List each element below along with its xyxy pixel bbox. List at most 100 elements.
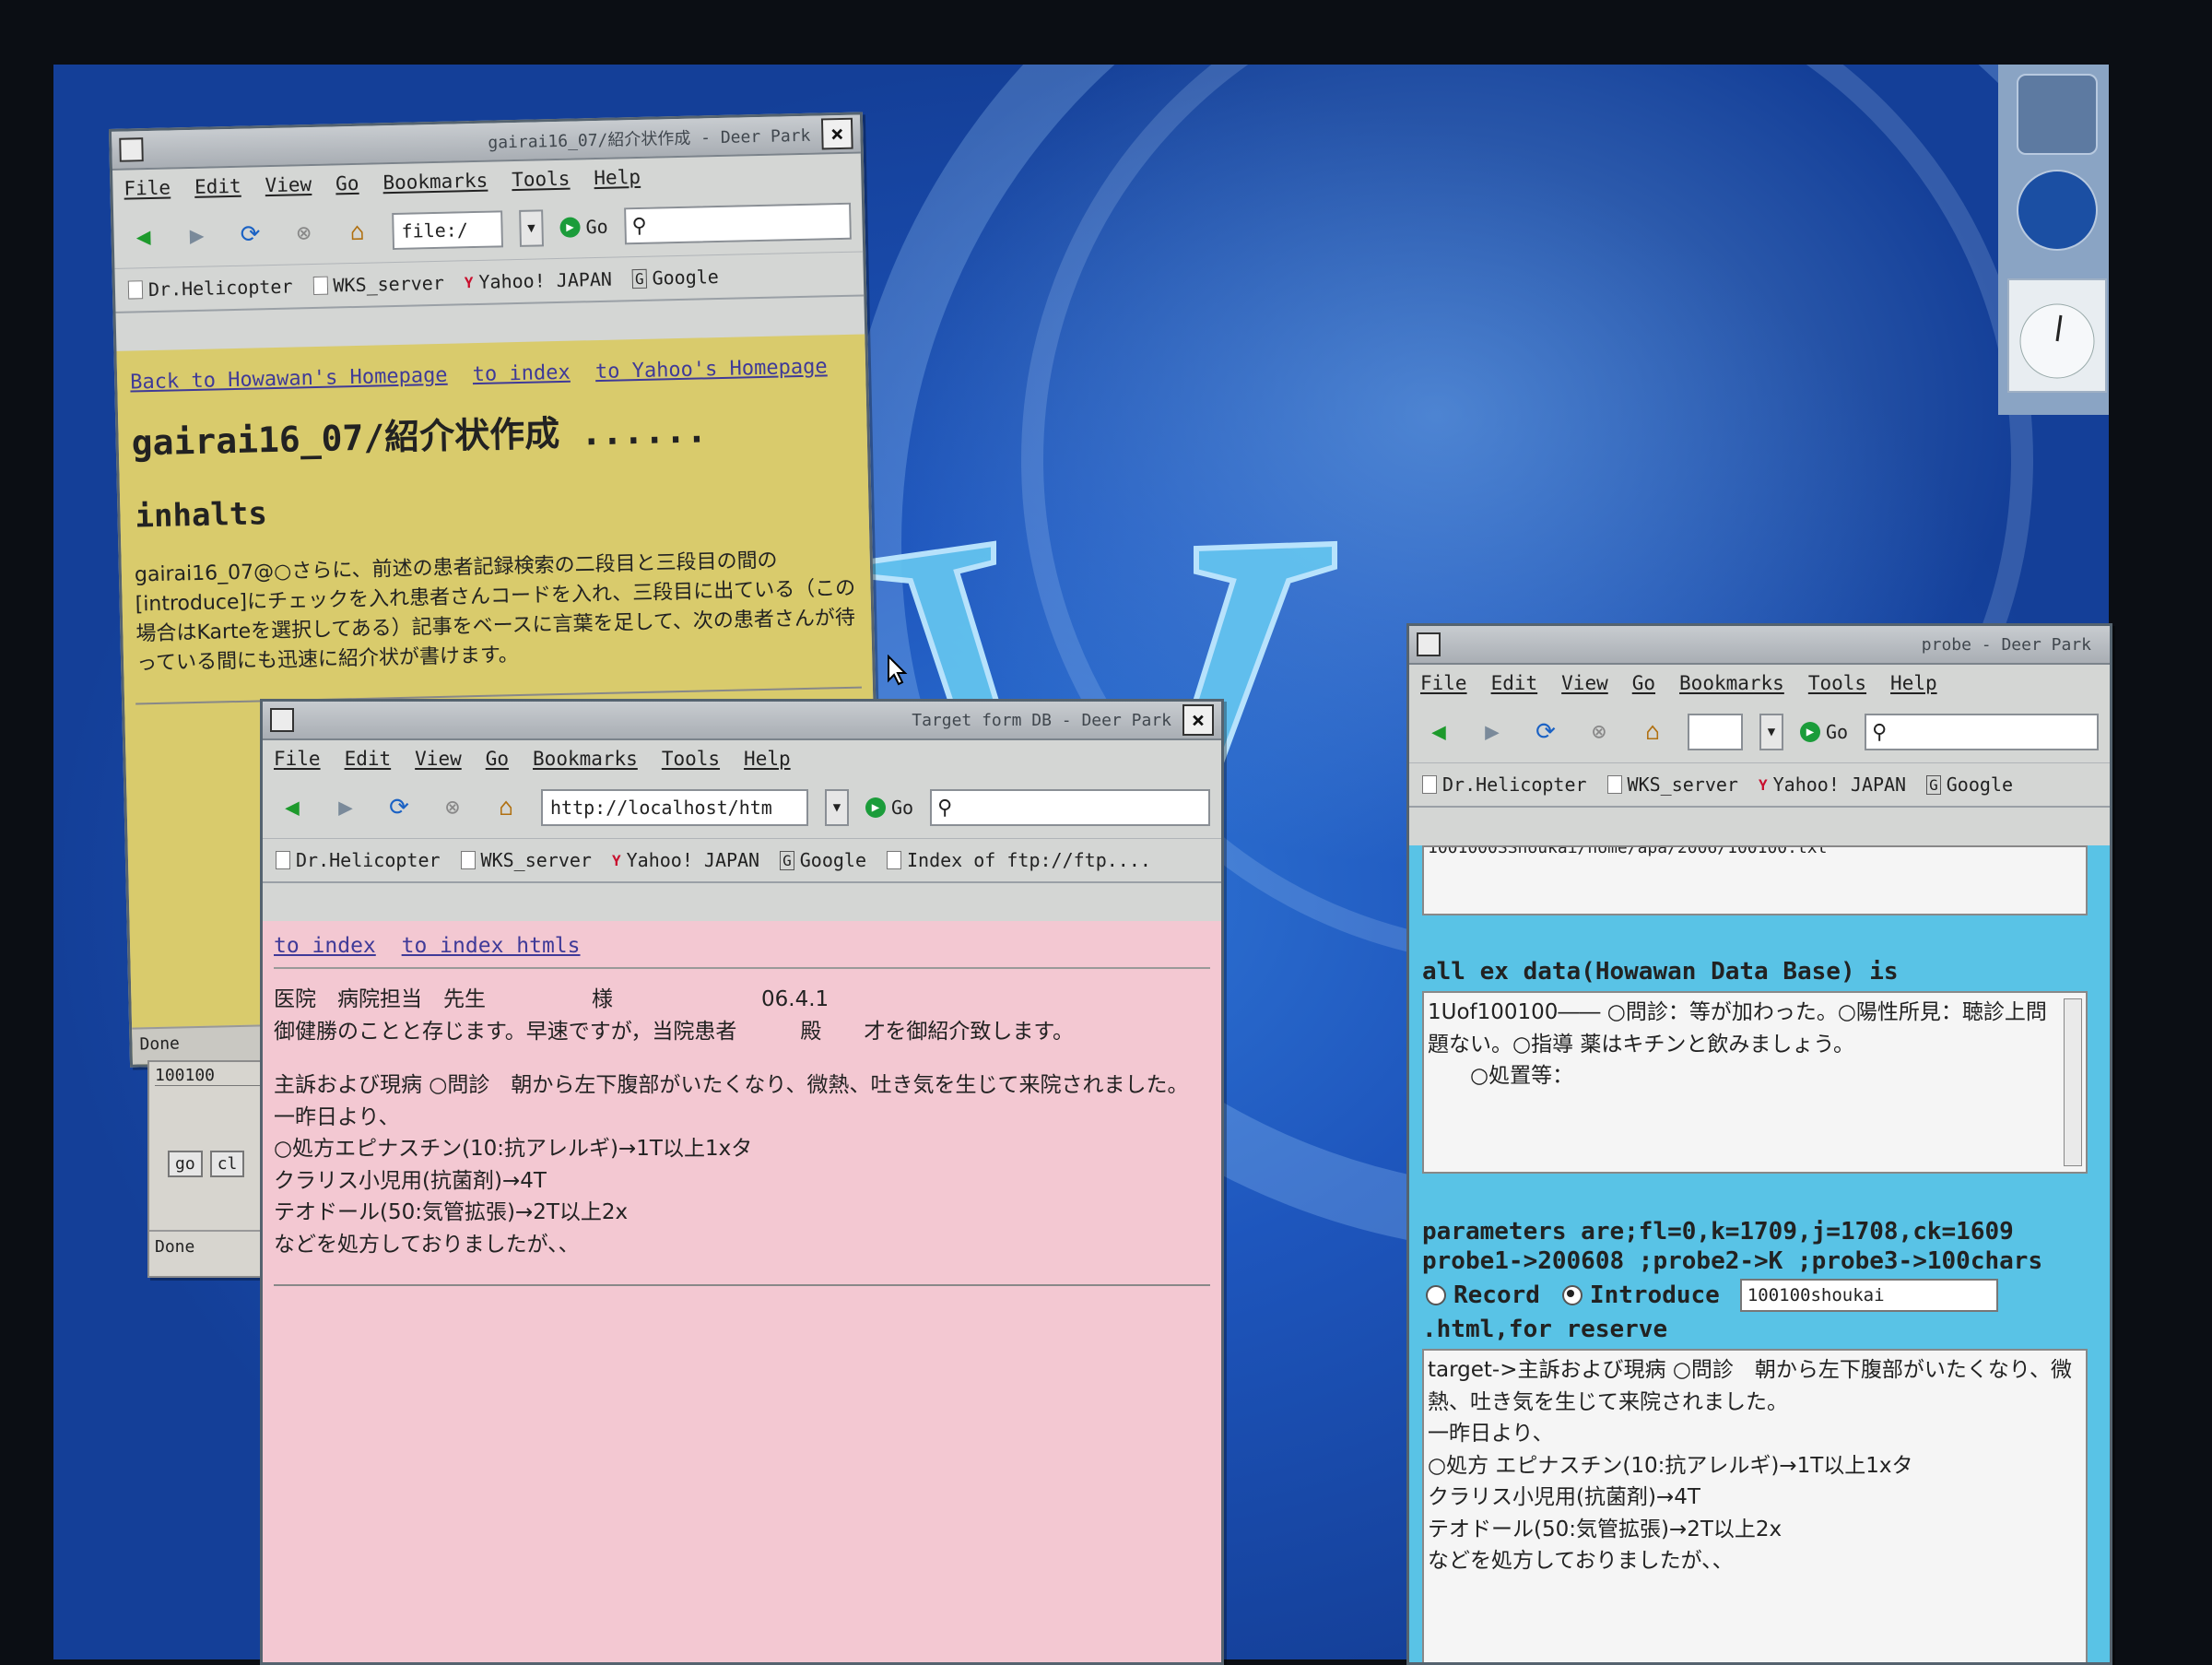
stop-icon[interactable]: ⊗ — [285, 215, 323, 253]
go-button[interactable]: ▶ Go — [865, 797, 913, 819]
link-yahoo-home[interactable]: to Yahoo's Homepage — [595, 355, 828, 384]
forward-icon[interactable]: ▶ — [1474, 714, 1511, 750]
menubar: File Edit View Go Bookmarks Tools Help — [1409, 665, 2110, 702]
globe-icon[interactable] — [2017, 170, 2098, 251]
url-input[interactable] — [1688, 714, 1743, 750]
link-index-htmls[interactable]: to index htmls — [402, 934, 581, 958]
bookmark-yahoo[interactable]: Y Yahoo! JAPAN — [1759, 773, 1906, 796]
back-icon[interactable]: ◀ — [274, 789, 311, 826]
menu-go[interactable]: Go — [335, 172, 359, 195]
menu-file[interactable]: File — [124, 176, 171, 199]
menu-tools[interactable]: Tools — [662, 748, 720, 770]
menu-tools[interactable]: Tools — [512, 168, 571, 191]
home-icon[interactable]: ⌂ — [488, 789, 524, 826]
url-input[interactable]: http://localhost/htm — [541, 789, 808, 826]
forward-icon[interactable]: ▶ — [178, 217, 216, 254]
stop-icon[interactable]: ⊗ — [434, 789, 471, 826]
window-titlebar[interactable]: probe - Deer Park — [1409, 626, 2110, 665]
textarea-line: などを処方しておりましたが、、 — [1428, 1549, 1734, 1573]
textarea-line: テオドール(50:気管拡張)→2T以上2x — [1428, 1517, 1783, 1541]
search-input[interactable]: ⚲ — [1865, 714, 2099, 750]
panel-launcher-icon[interactable] — [2017, 74, 2098, 155]
reload-icon[interactable]: ⟳ — [1527, 714, 1564, 750]
chevron-down-icon[interactable]: ▼ — [1759, 714, 1783, 750]
url-input[interactable]: file:/ — [392, 210, 504, 251]
reload-icon[interactable]: ⟳ — [231, 216, 269, 254]
code-input[interactable]: 100100shoukai — [1739, 1279, 1998, 1312]
menu-bookmarks[interactable]: Bookmarks — [382, 170, 488, 195]
home-icon[interactable]: ⌂ — [338, 213, 376, 251]
bookmarks-toolbar: Dr.Helicopter WKS_server Y Yahoo! JAPAN G… — [1409, 762, 2110, 808]
window-menu-icon[interactable] — [270, 708, 294, 732]
bookmark-dr-helicopter[interactable]: Dr.Helicopter — [1422, 773, 1587, 796]
menu-tools[interactable]: Tools — [1808, 672, 1866, 694]
window-titlebar[interactable]: Target form DB - Deer Park × — [263, 702, 1221, 740]
bookmark-yahoo[interactable]: Y Yahoo! JAPAN — [612, 849, 759, 871]
window-title: Target form DB - Deer Park — [912, 710, 1171, 730]
menu-go[interactable]: Go — [1632, 672, 1655, 694]
menu-help[interactable]: Help — [1890, 672, 1937, 694]
go-button[interactable]: ▶ Go — [559, 216, 608, 239]
menu-help[interactable]: Help — [594, 166, 641, 189]
forward-icon[interactable]: ▶ — [327, 789, 364, 826]
radio-record[interactable] — [1426, 1285, 1446, 1305]
scrollbar[interactable] — [2064, 998, 2082, 1166]
previous-textarea[interactable]: 1001000SShoukai/home/apa/2006/100100.txt — [1422, 845, 2088, 915]
go-button[interactable]: ▶ Go — [1800, 721, 1848, 743]
close-icon[interactable]: × — [1182, 704, 1214, 736]
letter-line: テオドール(50:気管拡張)→2T以上2x — [274, 1200, 629, 1224]
menu-file[interactable]: File — [274, 748, 321, 770]
menu-edit[interactable]: Edit — [1491, 672, 1538, 694]
letter-body: 主訴および現病 ○問診 朝から左下腹部がいたくなり、微熱、吐き気を生じて来院され… — [274, 1069, 1210, 1260]
radio-introduce[interactable] — [1561, 1285, 1583, 1305]
all-data-textarea[interactable]: 1Uof100100―― ○問診：等が加わった。○陽性所見：聴診上問題ない。○指… — [1422, 991, 2088, 1174]
reload-icon[interactable]: ⟳ — [381, 789, 418, 826]
close-icon[interactable]: × — [820, 117, 853, 150]
go-button[interactable]: go — [168, 1151, 203, 1177]
bookmark-google[interactable]: G Google — [780, 849, 866, 871]
home-icon[interactable]: ⌂ — [1634, 714, 1671, 750]
probe-text: probe1->200608 ;probe2->K ;probe3->100ch… — [1422, 1247, 2043, 1275]
bookmark-dr-helicopter[interactable]: Dr.Helicopter — [276, 849, 441, 871]
link-index[interactable]: to index — [274, 934, 376, 958]
search-input[interactable]: ⚲ — [624, 202, 852, 245]
nav-links: to index to index htmls — [274, 934, 1210, 969]
menu-view[interactable]: View — [1561, 672, 1608, 694]
textarea-line: クラリス小児用(抗菌剤)→4T — [1428, 1485, 1700, 1509]
menu-file[interactable]: File — [1420, 672, 1467, 694]
link-index[interactable]: to index — [472, 361, 571, 386]
bookmark-wks-server[interactable]: WKS_server — [1606, 773, 1738, 796]
link-howawan-home[interactable]: Back to Howawan's Homepage — [130, 364, 448, 395]
menu-bookmarks[interactable]: Bookmarks — [1679, 672, 1784, 694]
section-heading: inhalts — [135, 495, 268, 536]
menubar: File Edit View Go Bookmarks Tools Help — [263, 740, 1221, 777]
search-icon: ⚲ — [1872, 720, 1888, 744]
menu-edit[interactable]: Edit — [345, 748, 392, 770]
radio-introduce-label: Introduce — [1589, 1281, 1720, 1309]
letter-header: 医院 病院担当 先生 様 06.4.1 — [274, 987, 830, 1011]
bookmark-wks-server[interactable]: WKS_server — [460, 849, 592, 871]
menu-help[interactable]: Help — [744, 748, 791, 770]
window-menu-icon[interactable] — [1417, 632, 1441, 656]
bookmark-google[interactable]: G Google — [631, 266, 719, 289]
clear-button[interactable]: cl — [209, 1151, 245, 1177]
target-textarea[interactable]: target->主訴および現病 ○問診 朝から左下腹部がいたくなり、微熱、吐き気… — [1422, 1349, 2088, 1662]
back-icon[interactable]: ◀ — [1420, 714, 1457, 750]
bookmark-ftp-index[interactable]: Index of ftp://ftp.... — [887, 849, 1151, 871]
menu-view[interactable]: View — [415, 748, 462, 770]
bookmark-dr-helicopter[interactable]: Dr.Helicopter — [127, 276, 293, 301]
bookmark-yahoo[interactable]: Y Yahoo! JAPAN — [465, 268, 613, 294]
menu-view[interactable]: View — [265, 173, 312, 196]
bookmark-google[interactable]: G Google — [1926, 773, 2013, 796]
search-input[interactable]: ⚲ — [930, 789, 1210, 826]
back-icon[interactable]: ◀ — [124, 218, 162, 256]
window-menu-icon[interactable] — [119, 137, 144, 162]
stop-icon[interactable]: ⊗ — [1581, 714, 1618, 750]
bookmark-wks-server[interactable]: WKS_server — [312, 272, 444, 297]
textarea-line: 一昨日より、 — [1428, 1422, 1554, 1446]
menu-bookmarks[interactable]: Bookmarks — [533, 748, 638, 770]
menu-go[interactable]: Go — [486, 748, 509, 770]
chevron-down-icon[interactable]: ▼ — [519, 209, 545, 247]
menu-edit[interactable]: Edit — [194, 175, 241, 198]
chevron-down-icon[interactable]: ▼ — [825, 789, 849, 826]
